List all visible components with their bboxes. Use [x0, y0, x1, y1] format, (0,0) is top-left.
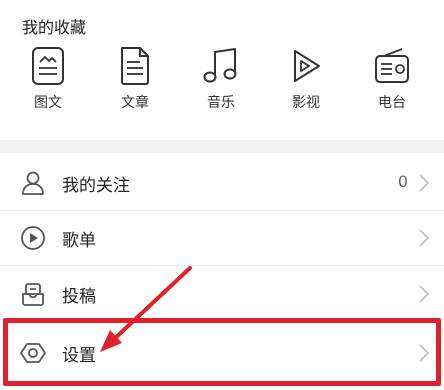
section-divider — [0, 140, 444, 153]
menu-row-submit[interactable]: 投稿 — [0, 268, 444, 320]
favorite-item-music[interactable]: 音乐 — [181, 46, 261, 112]
favorite-label: 影视 — [292, 95, 320, 111]
row-separator — [0, 265, 444, 266]
favorite-item-radio[interactable]: 电台 — [352, 46, 432, 112]
favorite-item-image-text[interactable]: 图文 — [8, 46, 88, 112]
favorite-item-video[interactable]: 影视 — [266, 46, 346, 112]
favorites-row: 图文 文章 音乐 影视 电台 — [0, 46, 444, 122]
image-text-icon — [32, 47, 64, 85]
row-separator — [0, 210, 444, 211]
highlight-box — [3, 318, 441, 386]
favorite-item-article[interactable]: 文章 — [95, 46, 175, 112]
submit-icon — [22, 283, 44, 306]
follow-count: 0 — [397, 172, 408, 191]
menu-row-follow[interactable]: 我的关注 0 — [0, 157, 444, 209]
article-icon — [121, 47, 149, 85]
chevron-right-icon — [419, 174, 430, 192]
favorite-label: 音乐 — [207, 95, 235, 111]
chevron-right-icon — [419, 285, 430, 303]
favorite-label: 电台 — [378, 95, 406, 111]
radio-icon — [375, 48, 409, 83]
video-play-icon — [294, 50, 320, 82]
user-icon — [22, 171, 44, 195]
menu-label-submit: 投稿 — [62, 287, 96, 307]
menu-label-playlist: 歌单 — [62, 231, 96, 251]
favorites-title: 我的收藏 — [22, 18, 87, 37]
menu-label-follow: 我的关注 — [62, 176, 130, 196]
music-note-icon — [203, 48, 237, 83]
play-circle-icon — [21, 226, 45, 250]
favorite-label: 文章 — [121, 95, 149, 111]
chevron-right-icon — [419, 229, 430, 247]
favorite-label: 图文 — [34, 95, 62, 111]
menu-row-playlist[interactable]: 歌单 — [0, 212, 444, 264]
